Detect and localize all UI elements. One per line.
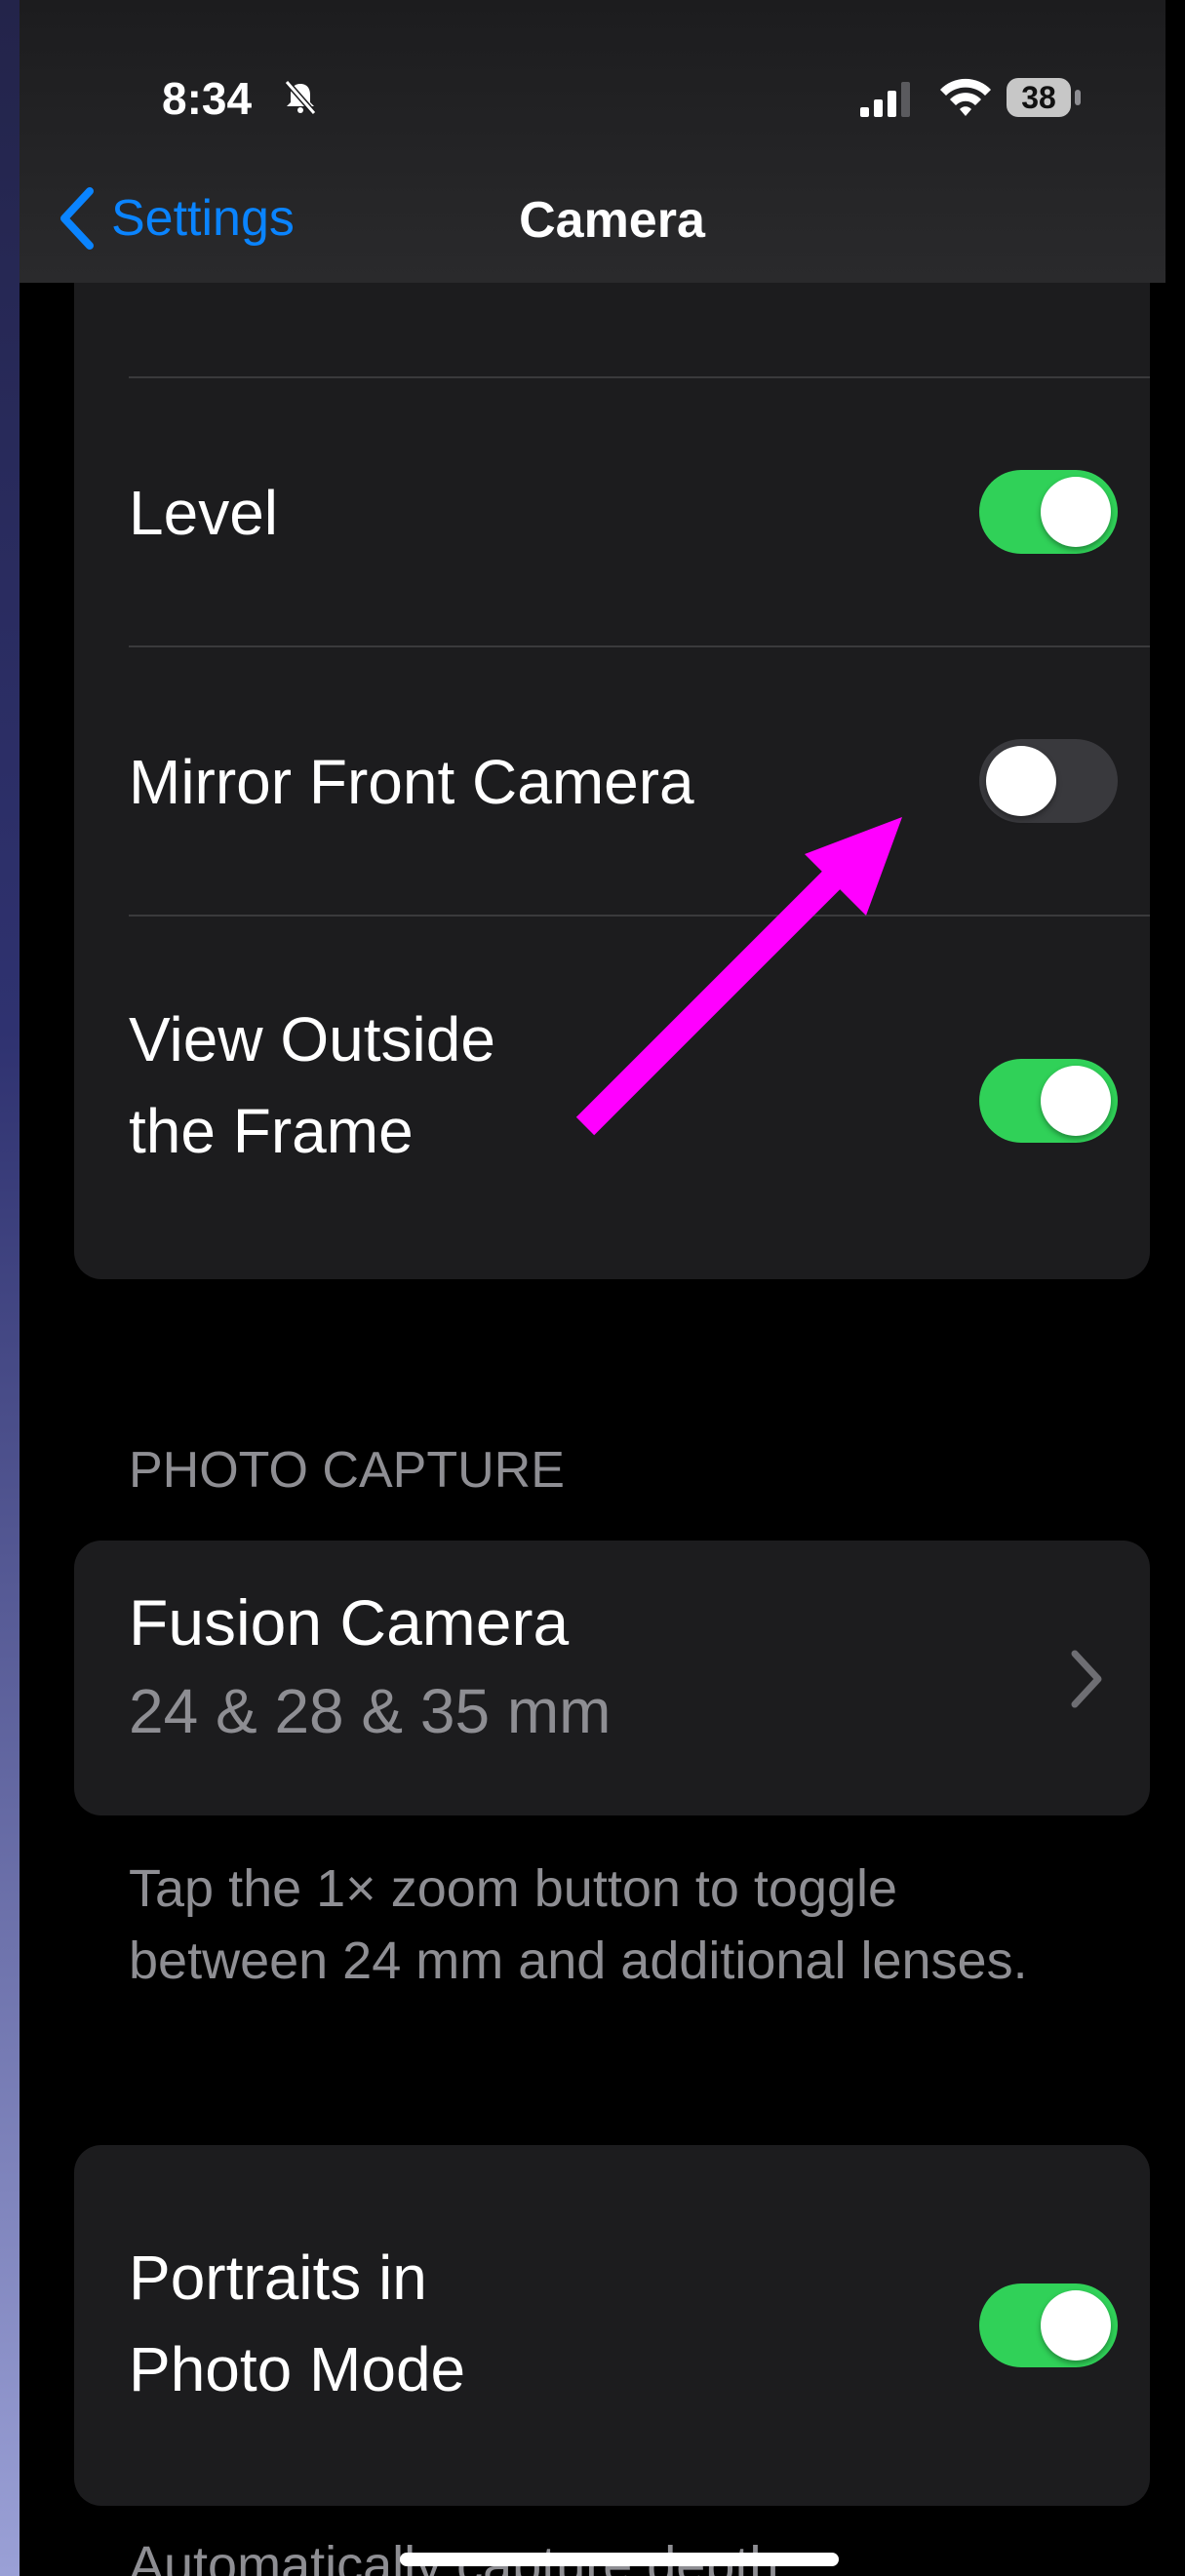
fusion-camera-subtitle: 24 & 28 & 35 mm [129, 1676, 612, 1746]
row-label-mirror-front-camera: Mirror Front Camera [129, 747, 694, 817]
battery-level: 38 [1007, 78, 1071, 117]
battery-icon: 38 [1007, 78, 1085, 119]
chevron-right-icon [1071, 1650, 1102, 1708]
camera-options-group: Level Mirror Front Camera View Outside t… [74, 146, 1150, 1279]
row-portraits-in-photo-mode[interactable]: Portraits in Photo Mode [74, 2145, 1150, 2506]
portraits-in-photo-mode-toggle[interactable] [979, 2283, 1118, 2367]
row-label-view-outside-line1: View Outside [129, 1004, 495, 1074]
row-label-portraits-line1: Portraits in [129, 2243, 427, 2313]
row-view-outside-frame[interactable]: View Outside the Frame [74, 917, 1150, 1279]
home-indicator [400, 2553, 839, 2566]
page-title: Camera [519, 192, 705, 249]
section-header-photo-capture: PHOTO CAPTURE [129, 1442, 565, 1499]
row-label-portraits-line2: Photo Mode [129, 2334, 466, 2404]
level-toggle[interactable] [979, 470, 1118, 554]
background-strip [0, 0, 20, 2576]
row-mirror-front-camera[interactable]: Mirror Front Camera [74, 647, 1150, 915]
wifi-icon [940, 78, 991, 116]
status-time: 8:34 [162, 73, 253, 124]
bell-muted-icon [284, 80, 317, 115]
status-and-nav-bar: 8:34 38 Settings Camera [20, 0, 1165, 283]
cellular-signal-icon [860, 82, 910, 117]
portraits-group: Portraits in Photo Mode [74, 2145, 1150, 2506]
view-outside-frame-toggle[interactable] [979, 1059, 1118, 1143]
row-label-view-outside-line2: the Frame [129, 1096, 414, 1166]
fusion-camera-title: Fusion Camera [129, 1586, 570, 1659]
fusion-camera-row[interactable]: Fusion Camera 24 & 28 & 35 mm [74, 1541, 1150, 1815]
mirror-front-camera-toggle[interactable] [979, 739, 1118, 823]
zoom-footnote: Tap the 1× zoom button to toggle between… [129, 1859, 1028, 1990]
phone-screen: 8:34 38 Settings Camera Level Mirror Fro… [20, 0, 1185, 2576]
row-level[interactable]: Level [74, 378, 1150, 645]
row-label-level: Level [129, 478, 278, 548]
